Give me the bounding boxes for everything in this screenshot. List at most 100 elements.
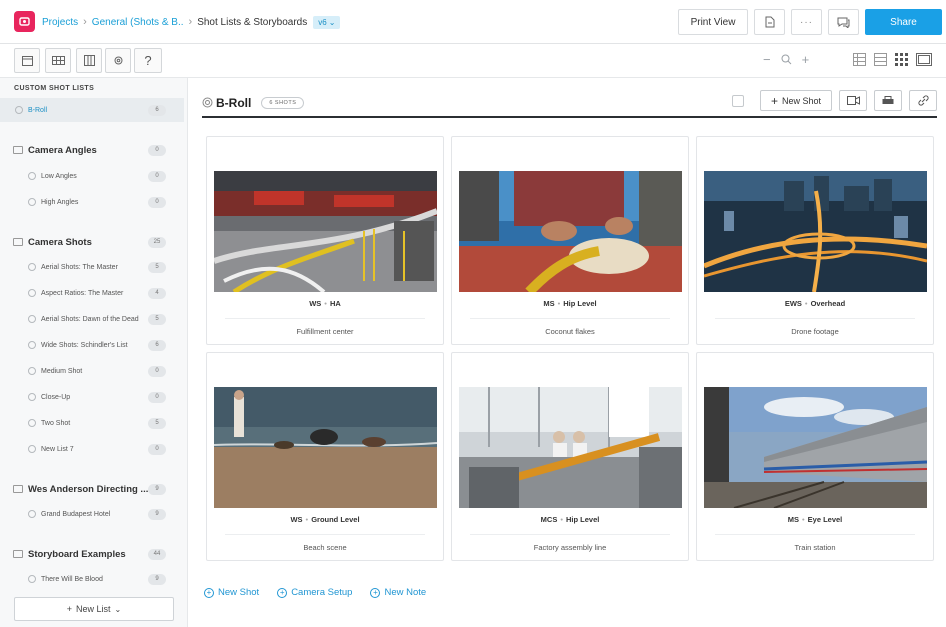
breadcrumb-separator-icon: › [83, 16, 87, 28]
video-camera-icon [846, 96, 860, 105]
link-icon [917, 95, 929, 106]
add-camera-setup-link[interactable]: + Camera Setup [277, 587, 352, 598]
add-camera-setup-label: Camera Setup [291, 587, 353, 598]
breadcrumb: Projects › General (Shots & B.. › Shot L… [42, 0, 341, 44]
shot-description: Coconut flakes [545, 327, 595, 336]
help-button[interactable]: ? [134, 48, 162, 73]
shot-size: MS [543, 299, 555, 308]
chevron-down-icon: ⌄ [328, 17, 336, 27]
grid-view-toggle-button[interactable] [45, 48, 71, 73]
shot-card[interactable]: EWS • Overhead Drone footage [696, 136, 934, 345]
sidebar-item[interactable]: Medium Shot 0 [0, 364, 184, 378]
shot-thumbnail [459, 387, 682, 508]
shot-tags: WS • Ground Level [290, 515, 360, 524]
chevron-down-icon: ⌄ [114, 604, 122, 614]
zoom-search-icon[interactable] [781, 54, 792, 65]
plus-icon: + [770, 93, 778, 108]
sidebar-group-label: Storyboard Examples [28, 548, 126, 560]
shot-list-icon [28, 315, 36, 323]
sidebar-item[interactable]: Grand Budapest Hotel 9 [0, 507, 184, 521]
comments-button[interactable] [828, 9, 859, 35]
shot-description: Fulfillment center [296, 327, 354, 336]
count-badge: 6 [148, 104, 166, 116]
zoom-in-icon[interactable]: + [802, 52, 810, 67]
ellipsis-icon: ··· [800, 16, 813, 28]
grid-icon [51, 56, 65, 65]
new-shot-button[interactable]: + New Shot [760, 90, 832, 111]
sidebar-group-label: Camera Angles [28, 144, 97, 156]
sidebar-item[interactable]: There Will Be Blood 9 [0, 572, 184, 586]
copy-link-button[interactable] [909, 90, 937, 111]
sidebar-item[interactable]: Wide Shots: Schindler's List 6 [0, 338, 184, 352]
add-new-note-label: New Note [384, 587, 427, 598]
new-list-button[interactable]: + New List ⌄ [14, 597, 174, 621]
add-new-shot-link[interactable]: + New Shot [204, 587, 259, 598]
share-button[interactable]: Share [865, 9, 942, 35]
sidebar-item[interactable]: New List 7 0 [0, 442, 184, 456]
sidebar-item[interactable]: Close-Up 0 [0, 390, 184, 404]
breadcrumb-projects[interactable]: Projects [42, 17, 78, 28]
sidebar-item-high-angles[interactable]: High Angles 0 [0, 195, 184, 209]
count-badge: 25 [148, 236, 166, 248]
app-logo-icon[interactable] [14, 11, 35, 32]
shot-card[interactable]: WS • HA Fulfillment center [206, 136, 444, 345]
top-bar: Projects › General (Shots & B.. › Shot L… [0, 0, 946, 44]
sidebar-group-camera-shots[interactable]: Camera Shots 25 [0, 234, 184, 250]
shot-description: Drone footage [791, 327, 839, 336]
sidebar-group-wes-anderson[interactable]: Wes Anderson Directing ... 9 [0, 481, 184, 497]
columns-button[interactable] [76, 48, 102, 73]
shot-list-icon [28, 419, 36, 427]
shot-tags: MS • Hip Level [543, 299, 597, 308]
shot-card[interactable]: MS • Eye Level Train station [696, 352, 934, 561]
count-badge: 0 [148, 391, 166, 403]
list-view-icon[interactable] [853, 53, 866, 66]
shot-description: Factory assembly line [533, 543, 607, 552]
toggle-sidebar-button[interactable] [14, 48, 40, 73]
sidebar-group-camera-angles[interactable]: Camera Angles 0 [0, 142, 184, 158]
sidebar-item-b-roll[interactable]: B-Roll 6 [0, 98, 184, 122]
version-dropdown[interactable]: v6 ⌄ [313, 15, 341, 29]
sidebar: CUSTOM SHOT LISTS B-Roll 6 Camera Angles… [0, 78, 188, 627]
zoom-out-icon[interactable]: − [763, 52, 771, 67]
rows-view-icon[interactable] [874, 53, 887, 66]
folder-icon [13, 238, 23, 246]
add-new-note-link[interactable]: + New Note [370, 587, 426, 598]
shot-card[interactable]: WS • Ground Level Beach scene [206, 352, 444, 561]
count-badge: 0 [148, 443, 166, 455]
grid-view-icon[interactable] [895, 53, 908, 66]
sidebar-item[interactable]: Aerial Shots: The Master 5 [0, 260, 184, 274]
plus-circle-icon: + [277, 587, 288, 598]
pdf-export-button[interactable] [754, 9, 785, 35]
print-view-button[interactable]: Print View [678, 9, 748, 35]
print-button[interactable] [874, 90, 902, 111]
document-icon [765, 16, 774, 28]
sidebar-item[interactable]: Two Shot 5 [0, 416, 184, 430]
shot-list-icon [28, 445, 36, 453]
shot-angle: Hip Level [563, 299, 597, 308]
sidebar-item-low-angles[interactable]: Low Angles 0 [0, 169, 184, 183]
shot-tags: EWS • Overhead [784, 299, 846, 308]
shot-list-icon [28, 341, 36, 349]
sidebar-group-storyboard-examples[interactable]: Storyboard Examples 44 [0, 546, 184, 562]
breadcrumb-project[interactable]: General (Shots & B.. [92, 17, 184, 28]
shot-card[interactable]: MS • Hip Level Coconut flakes [451, 136, 689, 345]
select-all-checkbox[interactable] [732, 94, 744, 107]
sidebar-item[interactable]: Aerial Shots: Dawn of the Dead 5 [0, 312, 184, 326]
presentation-view-icon[interactable] [916, 53, 932, 66]
plus-icon: + [66, 604, 73, 614]
new-list-label: New List [76, 604, 111, 614]
sidebar-item-label: Aspect Ratios: The Master [41, 289, 124, 297]
shot-list-icon [15, 106, 23, 114]
shot-card[interactable]: MCS • Hip Level Factory assembly line [451, 352, 689, 561]
count-badge: 0 [148, 196, 166, 208]
sidebar-item-label: Grand Budapest Hotel [41, 510, 111, 518]
add-links: + New Shot + Camera Setup + New Note [204, 587, 426, 598]
count-badge: 5 [148, 313, 166, 325]
camera-setup-button[interactable] [839, 90, 867, 111]
new-shot-label: New Shot [781, 95, 822, 106]
sidebar-item[interactable]: Aspect Ratios: The Master 4 [0, 286, 184, 300]
settings-button[interactable] [105, 48, 131, 73]
page-title: B-Roll [216, 95, 252, 110]
sidebar-section-title: CUSTOM SHOT LISTS [14, 85, 95, 92]
more-options-button[interactable]: ··· [791, 9, 822, 35]
